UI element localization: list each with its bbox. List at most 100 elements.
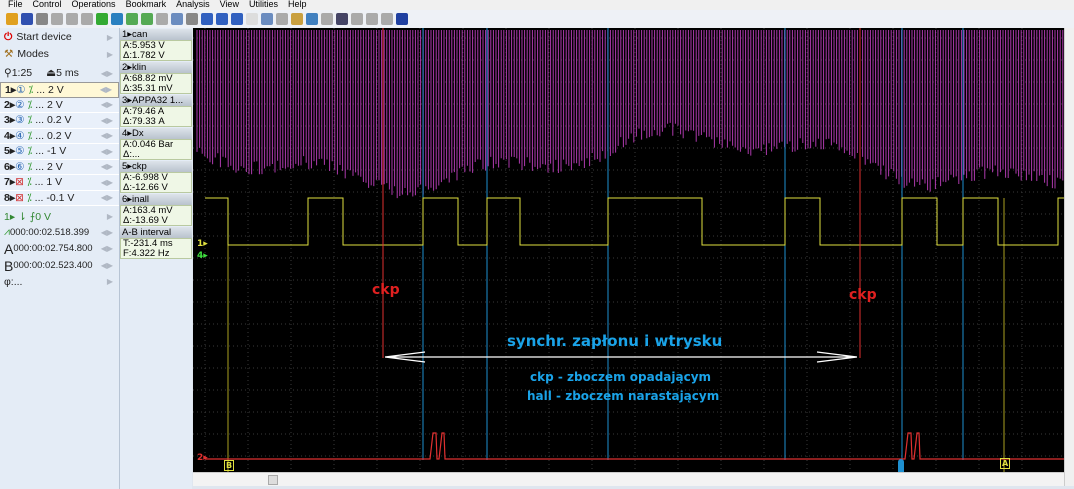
start-device-button[interactable]: ⏻ Start device ▶ [0, 28, 119, 46]
horizontal-scrollbar[interactable] [193, 472, 1064, 486]
toolbar-button-17[interactable] [261, 13, 273, 25]
scroll-thumb[interactable] [268, 475, 278, 485]
toolbar-button-10[interactable] [156, 13, 168, 25]
measurement-values: A:-6.998 V Δ:-12.66 V [120, 172, 192, 193]
cursor-b-handle[interactable]: B [224, 460, 234, 471]
measurement-header[interactable]: 3▸APPA32 1... [120, 95, 192, 106]
toolbar-button-23[interactable] [351, 13, 363, 25]
toolbar-button-11[interactable] [171, 13, 183, 25]
power-icon: ⏻ [4, 31, 12, 44]
toolbar-button-25[interactable] [381, 13, 393, 25]
channel-settings-arrow[interactable]: ◀▶ [100, 85, 112, 94]
toolbar-button-13[interactable] [201, 13, 213, 25]
control-panel: ⏻ Start device ▶ ⚒ Modes ▶ ⚲ 1:25 ⏏ 5 ms ◀▶ 1▸ ①… [0, 28, 120, 489]
toolbar-button-14[interactable] [216, 13, 228, 25]
toolbar-button-2[interactable] [36, 13, 48, 25]
channel-3-signal [197, 30, 1063, 198]
channel-row-6[interactable]: 6▸ ⑥ ⁒... 2 V ◀▶ [0, 160, 119, 176]
measurement-header[interactable]: 5▸ckp [120, 161, 192, 172]
toolbar-button-15[interactable] [231, 13, 243, 25]
coupling-icon: ⁒ [27, 176, 32, 188]
ckp-label-right: ckp [849, 287, 877, 303]
channel-list: 1▸ ① ⁒... 2 V ◀▶ 2▸ ② ⁒... 2 V ◀▶ 3▸ ③ ⁒... 0.2 V ◀… [0, 82, 119, 206]
measurement-header[interactable]: 6▸inall [120, 194, 192, 205]
toolbar-button-24[interactable] [366, 13, 378, 25]
toolbar-button-26[interactable] [396, 13, 408, 25]
menu-help[interactable]: Help [288, 0, 307, 10]
toolbar-button-1[interactable] [21, 13, 33, 25]
modes-icon: ⚒ [4, 48, 13, 60]
zoom-value[interactable]: 1:25 [12, 67, 32, 79]
channel-settings-arrow[interactable]: ◀▶ [101, 131, 113, 140]
toolbar-button-6[interactable] [96, 13, 108, 25]
toolbar-button-0[interactable] [6, 13, 18, 25]
measurement-delta: Δ:1.782 V [123, 51, 191, 61]
channel-number-icon: ⊠ [15, 192, 24, 204]
toolbar [0, 10, 1074, 28]
menu-file[interactable]: File [8, 0, 23, 10]
menu-analysis[interactable]: Analysis [176, 0, 210, 10]
menu-bookmark[interactable]: Bookmark [126, 0, 167, 10]
menu-control[interactable]: Control [33, 0, 62, 10]
channel-number-icon: ① [16, 84, 25, 96]
channel-4-marker[interactable]: 4▸ [197, 251, 208, 261]
toolbar-button-18[interactable] [276, 13, 288, 25]
channel-row-7[interactable]: 7▸ ⊠ ⁒... 1 V ◀▶ [0, 175, 119, 191]
channel-row-5[interactable]: 5▸ ⑤ ⁒... -1 V ◀▶ [0, 144, 119, 160]
measurement-header[interactable]: 1▸can [120, 29, 192, 40]
toolbar-button-22[interactable] [336, 13, 348, 25]
trigger-row[interactable]: 1▸ ⇂ ⨍0 V ▶ [0, 209, 119, 225]
toolbar-button-21[interactable] [321, 13, 333, 25]
channel-settings-arrow[interactable]: ◀▶ [101, 178, 113, 187]
menu-bar: File Control Operations Bookmark Analysis Vie… [0, 0, 1074, 10]
cursor-b-time[interactable]: B 000:00:02.523.400 ◀▶ [0, 257, 119, 274]
channel-row-4[interactable]: 4▸ ④ ⁒... 0.2 V ◀▶ [0, 129, 119, 145]
coupling-icon: ⁒ [28, 161, 33, 173]
toolbar-button-4[interactable] [66, 13, 78, 25]
channel-settings-arrow[interactable]: ◀▶ [101, 193, 113, 202]
phase-row[interactable]: φ:... ▶ [0, 274, 119, 290]
channel-number-icon: ④ [15, 130, 24, 142]
channel-2-marker[interactable]: 2▸ [197, 453, 208, 463]
modes-button[interactable]: ⚒ Modes ▶ [0, 46, 119, 62]
menu-view[interactable]: View [220, 0, 239, 10]
toolbar-button-19[interactable] [291, 13, 303, 25]
timebase-value[interactable]: 5 ms [56, 67, 79, 79]
measurement-header[interactable]: 2▸klin [120, 62, 192, 73]
trigger-position-marker[interactable] [898, 459, 904, 472]
trigger-time-row[interactable]: ⩘ 000:00:02.518.399 ◀▶ [0, 225, 119, 241]
cursor-a-handle[interactable]: A [1000, 458, 1010, 469]
toolbar-button-9[interactable] [141, 13, 153, 25]
measurement-values: T:-231.4 ms F:4.322 Hz [120, 238, 192, 259]
toolbar-button-12[interactable] [186, 13, 198, 25]
toolbar-button-16[interactable] [246, 13, 258, 25]
channel-row-2[interactable]: 2▸ ② ⁒... 2 V ◀▶ [0, 98, 119, 114]
channel-settings-arrow[interactable]: ◀▶ [101, 147, 113, 156]
note-ckp: ckp - zboczem opadającym [530, 370, 711, 384]
measurement-delta: Δ:-12.66 V [123, 183, 191, 193]
toolbar-button-5[interactable] [81, 13, 93, 25]
measurement-values: A:163.4 mV Δ:-13.69 V [120, 205, 192, 226]
zoom-icon: ⚲ [4, 67, 12, 79]
toolbar-button-3[interactable] [51, 13, 63, 25]
channel-row-8[interactable]: 8▸ ⊠ ⁒... -0.1 V ◀▶ [0, 191, 119, 207]
channel-row-3[interactable]: 3▸ ③ ⁒... 0.2 V ◀▶ [0, 113, 119, 129]
channel-row-1[interactable]: 1▸ ① ⁒... 2 V ◀▶ [0, 82, 119, 98]
menu-utilities[interactable]: Utilities [249, 0, 278, 10]
menu-operations[interactable]: Operations [72, 0, 116, 10]
oscilloscope-plot[interactable]: 1▸ 4▸ 2▸ ckp ckp synchr. zapłonu i wtrys… [193, 28, 1064, 472]
vertical-scrollbar[interactable] [1064, 28, 1074, 486]
toolbar-button-20[interactable] [306, 13, 318, 25]
note-hall: hall - zboczem narastającym [527, 389, 719, 403]
cursor-a-time[interactable]: A 000:00:02.754.800 ◀▶ [0, 240, 119, 257]
measurements-panel: 1▸can A:5.953 V Δ:1.782 V 2▸klin A:68.82 mV Δ… [120, 28, 192, 489]
measurement-header[interactable]: A-B interval [120, 227, 192, 238]
channel-settings-arrow[interactable]: ◀▶ [101, 100, 113, 109]
channel-1-marker[interactable]: 1▸ [197, 239, 208, 249]
toolbar-button-7[interactable] [111, 13, 123, 25]
channel-settings-arrow[interactable]: ◀▶ [101, 162, 113, 171]
measurement-header[interactable]: 4▸Dx [120, 128, 192, 139]
measurement-delta: Δ:... [123, 150, 191, 160]
channel-settings-arrow[interactable]: ◀▶ [101, 116, 113, 125]
toolbar-button-8[interactable] [126, 13, 138, 25]
